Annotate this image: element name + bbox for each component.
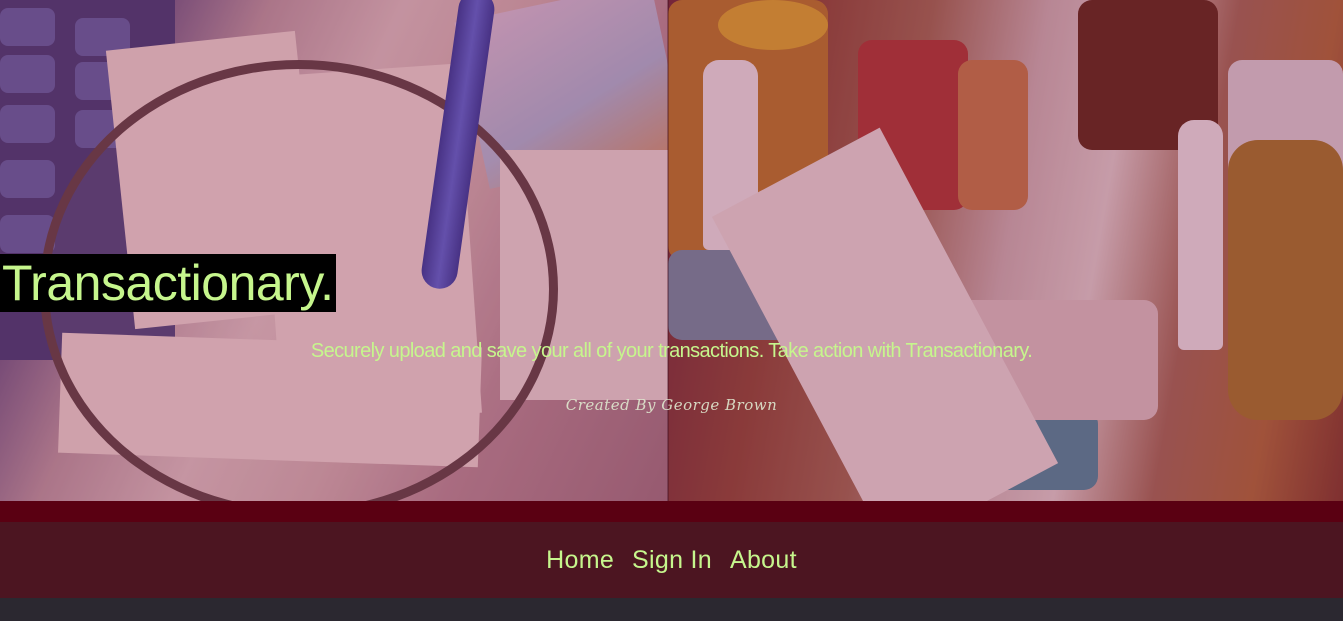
hero-banner: Transactionary. Securely upload and save…	[0, 0, 1343, 501]
main-navigation: Home Sign In About	[0, 522, 1343, 598]
image-divider	[667, 0, 669, 501]
header-accent-band	[0, 501, 1343, 522]
author-credit: Created By George Brown	[565, 396, 778, 414]
nav-link-about[interactable]: About	[730, 546, 797, 575]
site-tagline: Securely upload and save your all of you…	[310, 340, 1033, 362]
nav-link-home[interactable]: Home	[546, 546, 614, 575]
hero-color-overlay	[0, 0, 1343, 501]
page-footer	[0, 598, 1343, 621]
site-title: Transactionary.	[0, 254, 336, 312]
nav-link-sign-in[interactable]: Sign In	[632, 546, 712, 575]
